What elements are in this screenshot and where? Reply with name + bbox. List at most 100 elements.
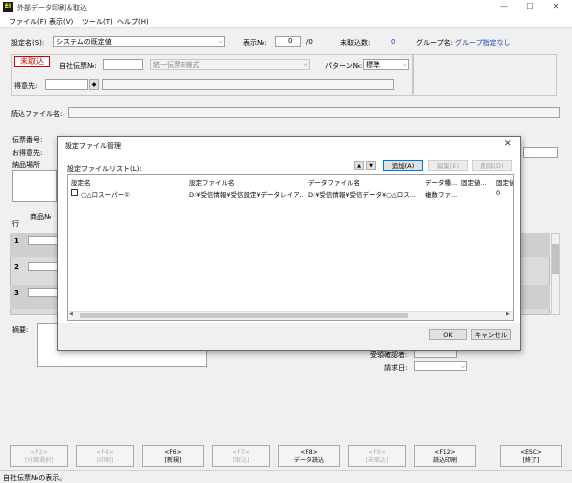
settings-name-value: システムの既定値 xyxy=(56,38,112,46)
table-row[interactable]: ○△ロスーパー① D:¥受信情報¥受信設定¥データレイア... D:¥受信情報¥… xyxy=(70,188,511,199)
display-no-spinner[interactable]: 0 xyxy=(275,36,301,47)
billing-date-picker[interactable]: ⌵ xyxy=(414,361,467,371)
chevron-down-icon: ⌵ xyxy=(402,61,407,68)
fkey-label: <F4> xyxy=(96,449,114,456)
menu-file[interactable]: ファイル(F) xyxy=(9,17,47,27)
delivery-label: 納品場所 xyxy=(12,161,40,169)
fkey-label: <F9> xyxy=(368,449,386,456)
fkey-label: <F7> xyxy=(232,449,250,456)
customer-label: 得意先: xyxy=(14,82,38,90)
f12-read-print-button[interactable]: <F12> 読込印刷 xyxy=(414,445,476,467)
cell-name: ○△ロスーパー① xyxy=(81,191,130,199)
scroll-right-button[interactable]: ▶ xyxy=(506,311,510,317)
fkey-caption: [印刷] xyxy=(96,457,114,464)
status-bar xyxy=(0,470,572,483)
fkey-caption: 読込印刷 xyxy=(432,457,457,464)
receiver-label: 受領確認者: xyxy=(370,351,408,359)
f4-button[interactable]: <F4> [印刷] xyxy=(76,445,134,467)
product-no-label: 商品№ xyxy=(30,213,52,221)
status-badge: 未取込 xyxy=(14,56,50,67)
column-header-data-file[interactable]: データファイル名 xyxy=(308,177,360,187)
close-window-button[interactable]: ✕ xyxy=(549,1,563,13)
settings-name-select[interactable]: システムの既定値 ⌵ xyxy=(53,36,225,47)
product-field[interactable] xyxy=(28,262,58,271)
f9-button[interactable]: <F9> [未取込] xyxy=(348,445,406,467)
form-field-right[interactable] xyxy=(523,147,558,158)
settings-file-dialog: 設定ファイル管理 ✕ 設定ファイルリスト(L): ▲ ▼ 追加(A) 編集(E)… xyxy=(57,136,521,351)
fkey-label: <F2> xyxy=(30,449,48,456)
row-number: 2 xyxy=(14,263,19,271)
esc-exit-button[interactable]: <ESC> [終了] xyxy=(500,445,562,467)
scroll-left-button[interactable]: ◀ xyxy=(69,311,73,317)
unimported-label: 未取込数: xyxy=(340,39,371,47)
fkey-label: <F8> xyxy=(300,449,318,456)
customer-name-field xyxy=(102,79,394,90)
detail-scroll-thumb[interactable] xyxy=(552,244,559,274)
fkey-caption: データ読込 xyxy=(293,457,324,464)
read-file-label: 読込ファイル名: xyxy=(11,110,63,118)
f7-button[interactable]: <F7> [取込] xyxy=(212,445,270,467)
product-field[interactable] xyxy=(28,288,58,297)
group-label: グループ名: xyxy=(416,39,453,47)
cell-data-type: 複数ファ... xyxy=(425,191,458,199)
fkey-caption: [未取込] xyxy=(365,457,389,464)
column-header-fixed-2[interactable]: 固定値 xyxy=(496,177,513,187)
add-button[interactable]: 追加(A) xyxy=(383,160,423,171)
remarks-label: 摘要: xyxy=(12,326,29,334)
fkey-caption: [新規] xyxy=(164,457,182,464)
unimported-count: 0 xyxy=(391,38,396,46)
product-field[interactable] xyxy=(28,236,58,245)
minimize-button[interactable]: — xyxy=(497,1,511,13)
chevron-down-icon: ⌵ xyxy=(218,38,223,45)
slip-type-value: 統一伝票E様式 xyxy=(153,61,200,69)
dialog-close-button[interactable]: ✕ xyxy=(504,139,512,149)
scroll-thumb[interactable] xyxy=(80,313,408,318)
slip-number-label: 伝票番号: xyxy=(12,136,43,144)
row-checkbox[interactable] xyxy=(71,189,78,196)
cell-settings-file: D:¥受信情報¥受信設定¥データレイア... xyxy=(189,191,304,199)
pattern-value: 標準 xyxy=(366,61,380,69)
slip-no-label: 自社伝票№: xyxy=(59,62,97,70)
read-file-field xyxy=(68,107,560,118)
menu-help[interactable]: ヘルプ(H) xyxy=(117,17,149,27)
f8-read-data-button[interactable]: <F8> データ読込 xyxy=(278,445,340,467)
column-header-data-type[interactable]: データ種... xyxy=(425,177,457,187)
cell-fixed-2: 0 xyxy=(496,189,501,197)
dialog-title: 設定ファイル管理 xyxy=(65,142,121,150)
ok-button[interactable]: OK xyxy=(429,329,467,340)
pattern-select[interactable]: 標準 ⌵ xyxy=(363,59,409,70)
menu-view[interactable]: 表示(V) xyxy=(49,17,73,27)
slip-type-select[interactable]: 統一伝票E様式 ⌵ xyxy=(150,59,310,70)
fkey-label: <F12> xyxy=(434,449,456,456)
slip-no-field[interactable] xyxy=(103,59,143,70)
column-header-fixed-1[interactable]: 固定値... xyxy=(461,177,487,187)
column-header-name[interactable]: 設定名 xyxy=(71,177,91,187)
display-no-value: 0 xyxy=(288,37,293,45)
fkey-label: <F6> xyxy=(164,449,182,456)
column-header-settings-file[interactable]: 設定ファイル名 xyxy=(189,177,235,187)
display-no-total: /0 xyxy=(306,38,313,46)
delete-button[interactable]: 削除(D) xyxy=(472,160,512,171)
app-icon: EI xyxy=(3,2,13,12)
chevron-down-icon: ⌵ xyxy=(303,61,308,68)
chevron-down-icon: ⌵ xyxy=(460,363,465,370)
settings-file-list[interactable]: 設定名 設定ファイル名 データファイル名 データ種... 固定値... 固定値 … xyxy=(67,174,514,321)
settings-name-label: 設定名(S): xyxy=(11,39,45,47)
customer-search-button[interactable]: ◆ xyxy=(89,79,99,90)
menu-tools[interactable]: ツール(T) xyxy=(82,17,113,27)
fkey-caption: [終了] xyxy=(522,457,540,464)
row-number: 3 xyxy=(14,289,19,297)
row-header-label: 行 xyxy=(12,220,19,228)
delivery-field[interactable] xyxy=(12,170,57,202)
maximize-button[interactable]: ☐ xyxy=(523,1,537,13)
cancel-button[interactable]: キャンセル xyxy=(471,329,511,340)
customer-code-field[interactable] xyxy=(45,79,88,90)
pattern-label: パターン№: xyxy=(325,62,363,70)
move-up-button[interactable]: ▲ xyxy=(354,161,364,170)
move-down-button[interactable]: ▼ xyxy=(366,161,376,170)
header-panel-right xyxy=(413,54,557,96)
edit-button[interactable]: 編集(E) xyxy=(428,160,468,171)
list-label: 設定ファイルリスト(L): xyxy=(67,165,142,173)
f2-button[interactable]: <F2> [分類選択] xyxy=(10,445,68,467)
f6-new-button[interactable]: <F6> [新規] xyxy=(142,445,204,467)
